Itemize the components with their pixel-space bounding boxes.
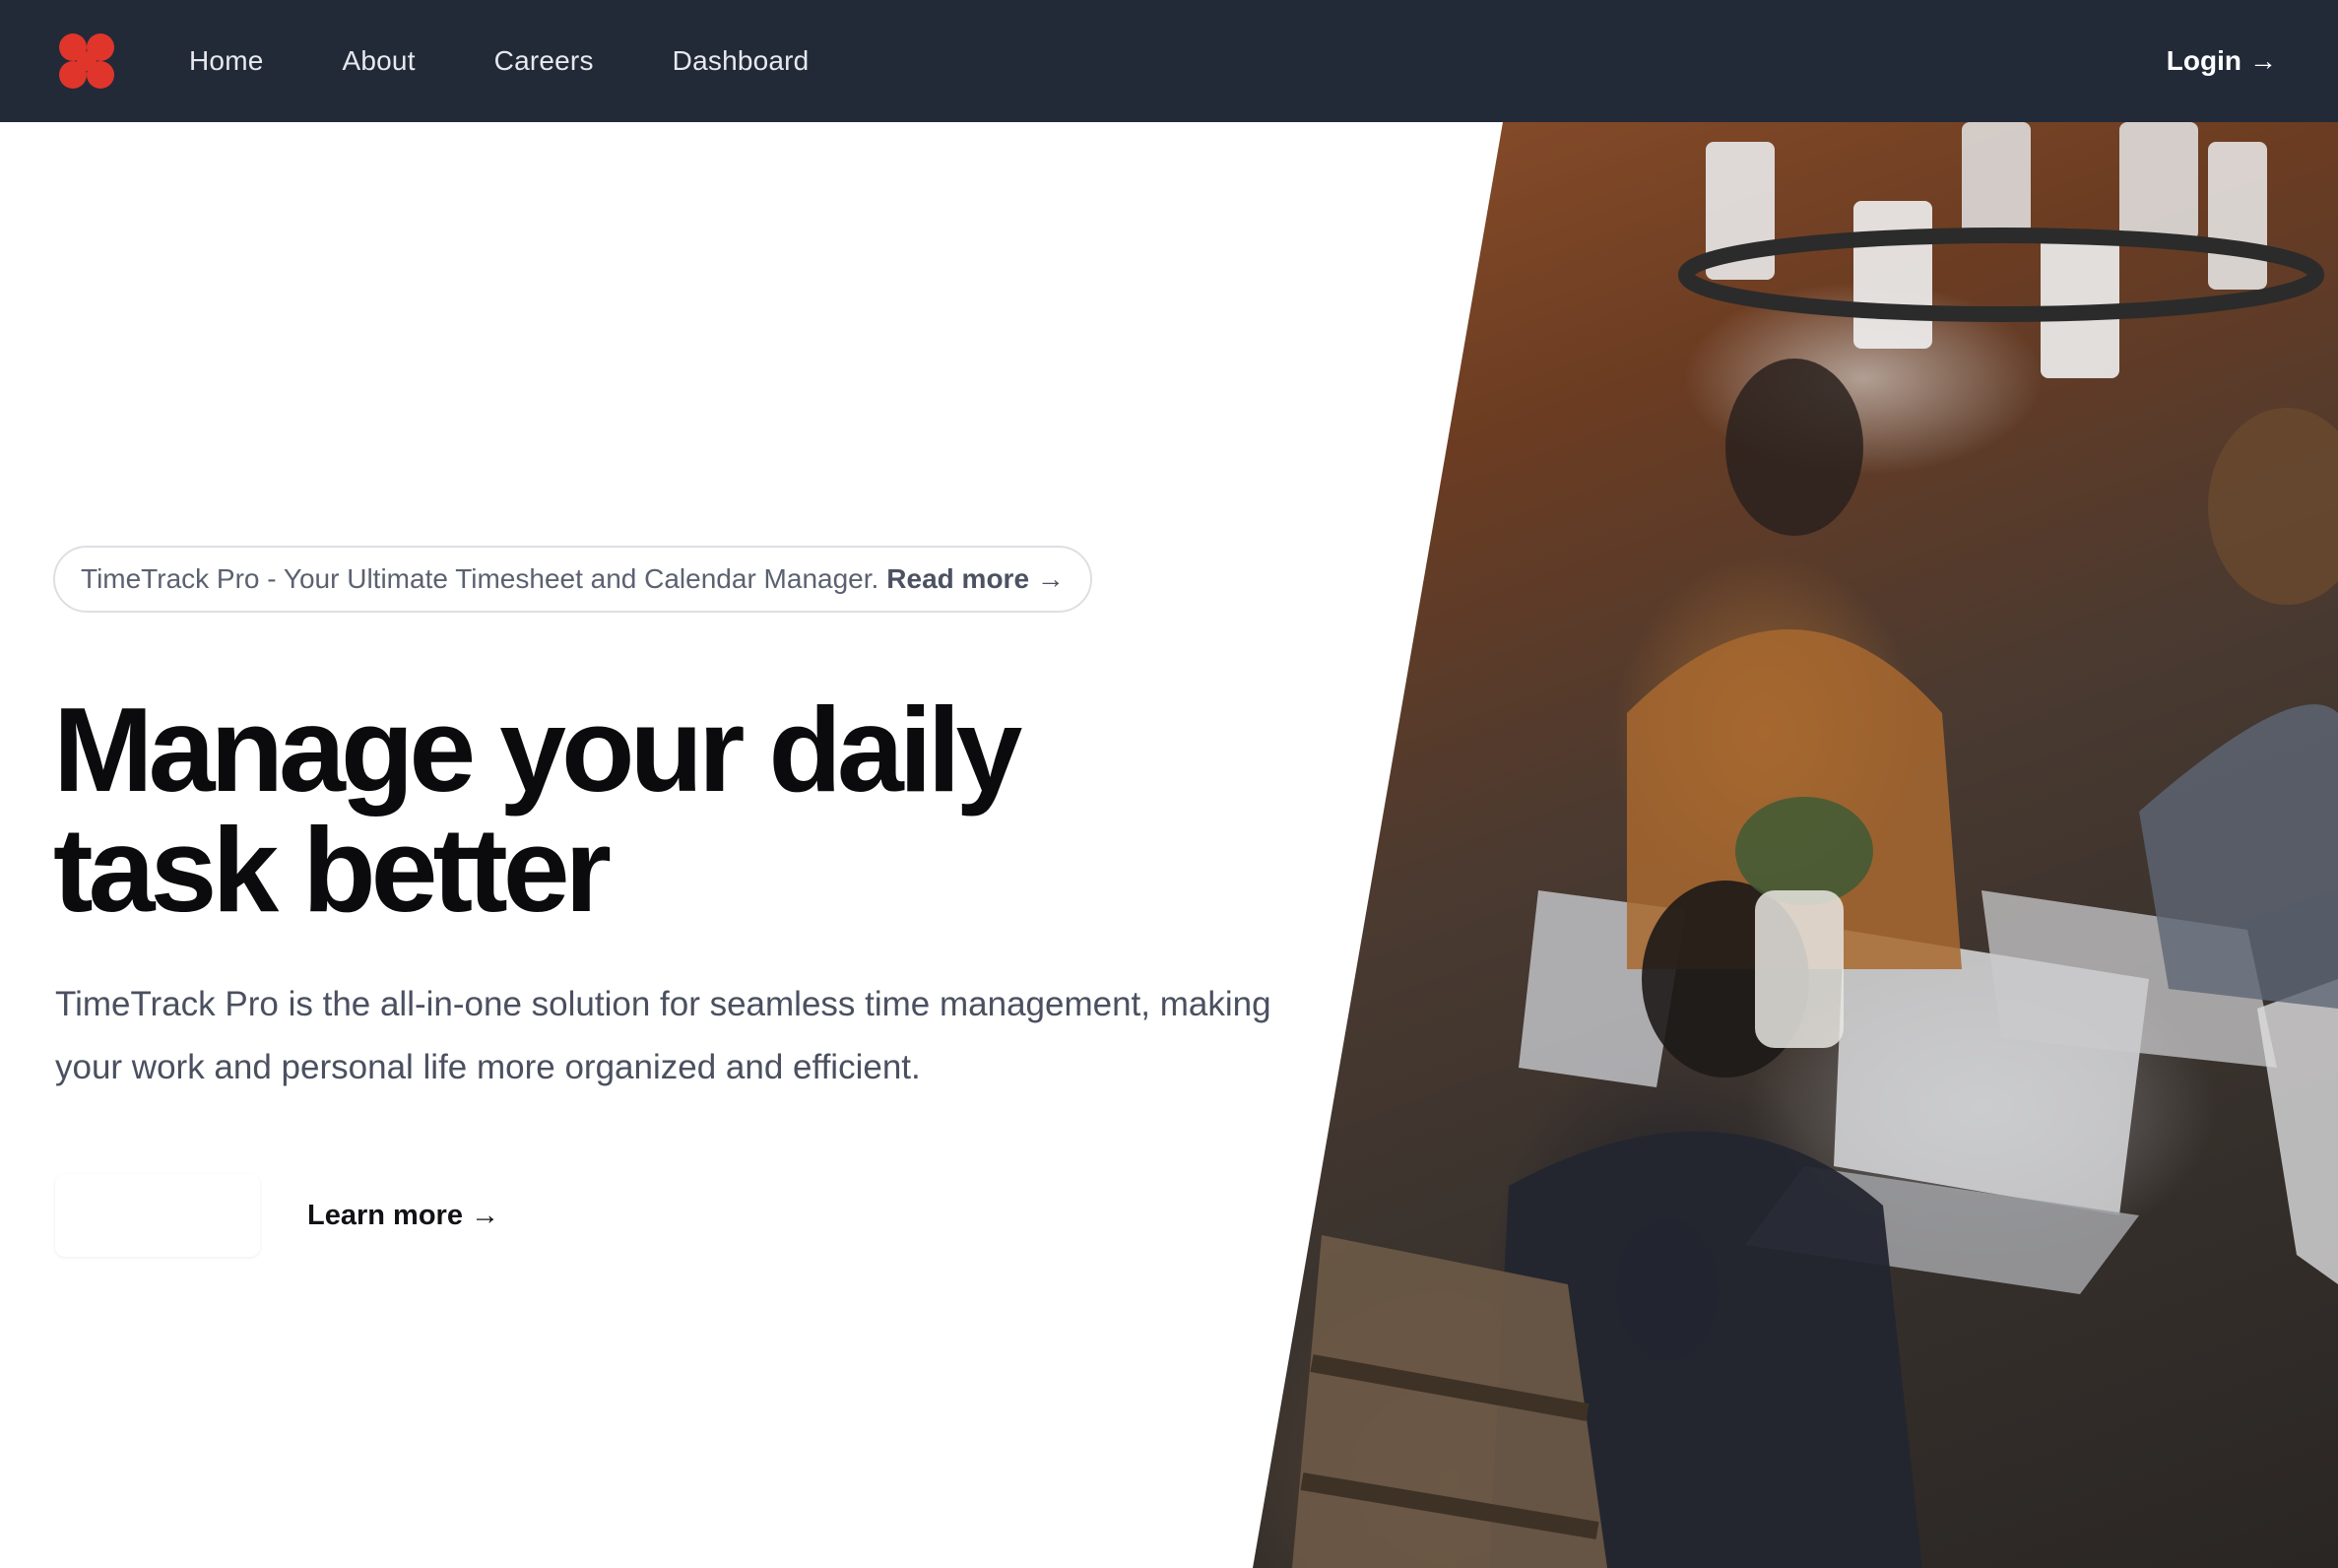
read-more-label: Read more — [886, 563, 1030, 594]
arrow-right-icon: → — [470, 1199, 499, 1231]
chandelier-illustration — [1292, 122, 2338, 1568]
arrow-right-icon: → — [1036, 563, 1065, 594]
primary-nav: Home About Careers Dashboard — [189, 0, 809, 122]
nav-link-about[interactable]: About — [343, 45, 416, 77]
nav-link-home[interactable]: Home — [189, 45, 264, 77]
clover-logo-icon[interactable] — [55, 30, 118, 93]
login-label: Login — [2166, 45, 2241, 76]
nav-link-careers[interactable]: Careers — [494, 45, 594, 77]
hero-headline: Manage your daily task better — [53, 683, 1022, 937]
hero-description: TimeTrack Pro is the all-in-one solution… — [55, 985, 1271, 1086]
learn-more-label: Learn more — [307, 1199, 463, 1231]
login-link[interactable]: Login → — [2167, 0, 2277, 122]
learn-more-link[interactable]: Learn more → — [307, 1174, 499, 1257]
hero-team-photo — [1253, 122, 2338, 1568]
get-started-button[interactable] — [55, 1174, 260, 1257]
nav-link-dashboard[interactable]: Dashboard — [673, 45, 810, 77]
announcement-text: TimeTrack Pro - Your Ultimate Timesheet … — [81, 563, 879, 594]
read-more-link[interactable]: Read more → — [886, 563, 1065, 595]
arrow-right-icon: → — [2249, 45, 2277, 76]
top-navbar: Home About Careers Dashboard Login → — [0, 0, 2338, 122]
announcement-pill: TimeTrack Pro - Your Ultimate Timesheet … — [53, 546, 1092, 613]
